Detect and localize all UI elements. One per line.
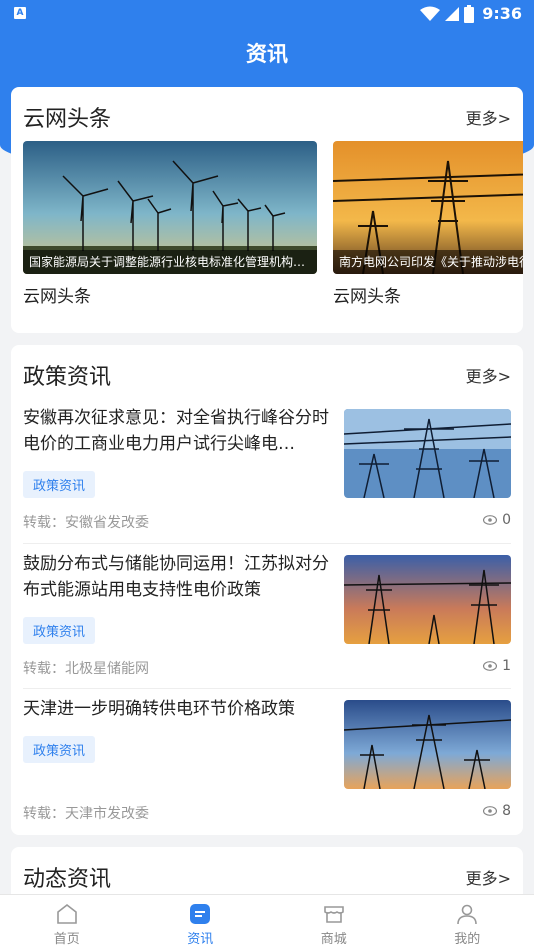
tab-label: 我的	[454, 932, 481, 947]
views-count: 0	[502, 512, 511, 528]
status-bar: A 9:36	[0, 0, 534, 30]
headlines-more-link[interactable]: 更多>	[466, 105, 511, 129]
tab-home[interactable]: 首页	[0, 895, 134, 950]
headline-label: 云网头条	[23, 287, 91, 307]
headline-label: 云网头条	[333, 287, 401, 307]
news-thumbnail	[344, 700, 511, 789]
news-views: 0	[483, 512, 511, 528]
signal-icon	[445, 6, 460, 21]
views-count: 8	[502, 803, 511, 819]
store-icon	[323, 906, 344, 923]
tab-label: 商城	[320, 932, 347, 947]
news-tag: 政策资讯	[23, 471, 96, 498]
headlines-title: 云网头条	[23, 107, 112, 132]
home-icon	[56, 903, 77, 924]
headlines-carousel[interactable]: 国家能源局关于调整能源行业核电标准化管理机构的通知 云网头条 南方电网公司印发《…	[23, 141, 523, 321]
policy-more-link[interactable]: 更多>	[466, 363, 511, 387]
news-title: 天津进一步明确转供电环节价格政策	[23, 699, 295, 719]
news-item[interactable]: 安徽再次征求意见：对全省执行峰谷分时电价的工商业电力用户试行尖峰电… 政策资讯 …	[23, 397, 511, 542]
user-icon	[457, 904, 478, 925]
dynamic-more-link[interactable]: 更多>	[466, 865, 511, 889]
views-count: 1	[502, 658, 511, 674]
headline-item[interactable]: 南方电网公司印发《关于推动涉电行业高质量发展的意见》 云网头条	[333, 141, 523, 307]
tab-label: 资讯	[187, 932, 214, 947]
news-item[interactable]: 鼓励分布式与储能协同运用！江苏拟对分布式能源站用电支持性电价政策 政策资讯 转载…	[23, 543, 511, 688]
news-thumbnail	[344, 555, 511, 644]
headlines-card: 云网头条 更多> 国家能源局关于调整能源行业核电标准化管理机构的通知 云网头条 …	[11, 87, 523, 333]
battery-icon	[464, 4, 475, 23]
tab-store[interactable]: 商城	[267, 895, 401, 950]
tab-label: 首页	[53, 932, 80, 947]
news-views: 1	[483, 658, 511, 674]
tab-profile[interactable]: 我的	[401, 895, 534, 950]
eye-icon	[483, 515, 498, 525]
news-source: 转载：天津市发改委	[23, 806, 149, 822]
policy-card: 政策资讯 更多> 安徽再次征求意见：对全省执行峰谷分时电价的工商业电力用户试行尖…	[11, 345, 523, 835]
tab-news[interactable]: 资讯	[134, 895, 268, 950]
news-icon	[190, 904, 211, 924]
headline-item[interactable]: 国家能源局关于调整能源行业核电标准化管理机构的通知 云网头条	[23, 141, 317, 307]
news-source: 转载：北极星储能网	[23, 661, 149, 677]
headline-caption: 国家能源局关于调整能源行业核电标准化管理机构的通知	[23, 250, 317, 274]
news-thumbnail	[344, 409, 511, 498]
a-icon: A	[14, 7, 26, 19]
news-source: 转载：安徽省发改委	[23, 515, 149, 531]
news-views: 8	[483, 803, 511, 819]
dynamic-title: 动态资讯	[23, 867, 112, 892]
eye-icon	[483, 661, 498, 671]
wifi-icon	[420, 6, 441, 21]
policy-title: 政策资讯	[23, 365, 112, 390]
status-time: 9:36	[482, 4, 522, 23]
news-tag: 政策资讯	[23, 736, 96, 763]
news-tag: 政策资讯	[23, 617, 96, 644]
bottom-tab-bar: 首页 资讯 商城 我的	[0, 894, 534, 950]
headline-caption: 南方电网公司印发《关于推动涉电行业高质量发展的意见》	[333, 250, 523, 274]
news-item[interactable]: 天津进一步明确转供电环节价格政策 政策资讯 转载：天津市发改委 8	[23, 688, 511, 833]
news-title: 鼓励分布式与储能协同运用！江苏拟对分布式能源站用电支持性电价政策	[23, 554, 329, 600]
page-title: 资讯	[246, 42, 288, 66]
eye-icon	[483, 806, 498, 816]
news-title: 安徽再次征求意见：对全省执行峰谷分时电价的工商业电力用户试行尖峰电…	[23, 408, 329, 454]
